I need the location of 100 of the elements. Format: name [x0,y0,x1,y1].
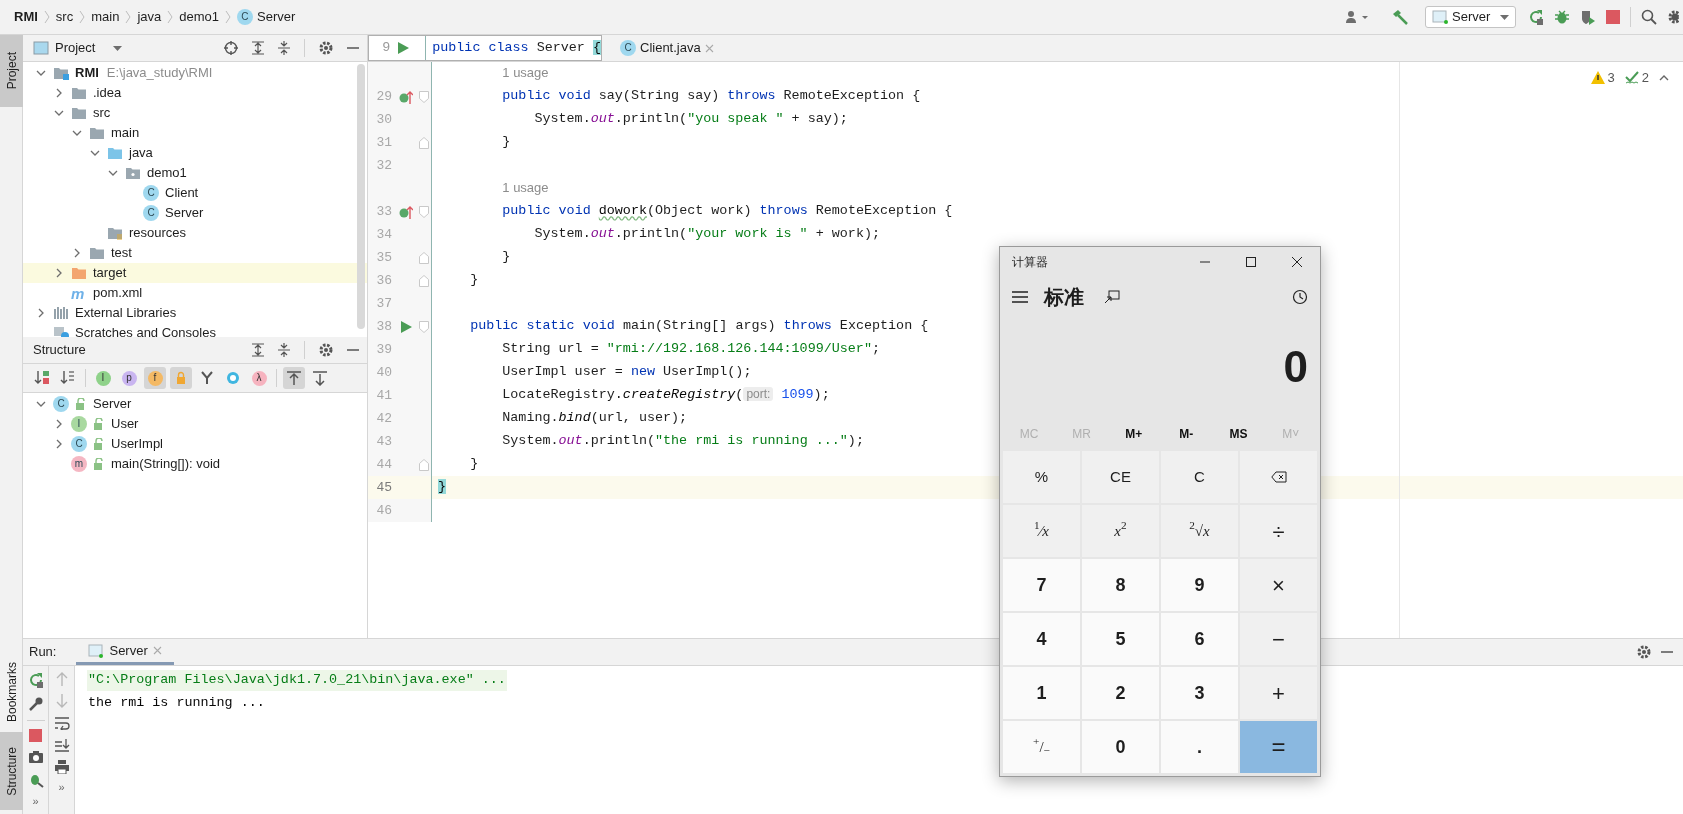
soft-wrap-icon[interactable] [53,716,70,730]
key-button[interactable]: CE [1082,451,1159,503]
key-button[interactable]: x$^{2}$ [1082,505,1159,557]
key-button[interactable]: − [1240,613,1317,665]
keep-on-top-icon[interactable] [1104,290,1120,304]
chevron-up-icon[interactable] [1659,74,1669,81]
run-icon[interactable] [400,320,412,333]
chevron-right-icon[interactable] [54,419,64,429]
key-button[interactable]: 4 [1003,613,1080,665]
more-button[interactable]: » [58,782,65,793]
settings-icon[interactable] [1637,645,1651,659]
tree-item[interactable]: src [93,103,111,123]
tree-item[interactable]: External Libraries [75,303,177,323]
search-icon[interactable] [1641,9,1657,25]
tree-item[interactable]: pom.xml [93,283,143,303]
settings-icon[interactable] [319,41,333,55]
chevron-right-icon[interactable] [72,248,82,258]
fold-marker-icon[interactable] [418,136,429,149]
memory-button[interactable]: MS [1212,417,1265,451]
chevron-down-icon[interactable] [108,168,118,178]
chevron-down-icon[interactable] [36,399,46,409]
fold-marker-icon[interactable] [418,320,429,333]
key-button[interactable]: 9 [1161,559,1238,611]
rerun-icon[interactable] [1528,9,1544,25]
chevron-down-icon[interactable] [36,68,46,78]
scroll-to-end-icon[interactable] [53,738,70,752]
breadcrumb-item[interactable]: java [137,7,162,27]
key-button[interactable]: 1 [1003,667,1080,719]
key-button[interactable]: C [1161,451,1238,503]
key-button[interactable]: 7 [1003,559,1080,611]
tree-item[interactable]: main(String[]): void [111,454,221,474]
tree-item[interactable]: java [129,143,153,163]
tree-item[interactable]: Client [165,183,199,203]
tree-item[interactable]: demo1 [147,163,187,183]
chevron-right-icon[interactable] [54,88,64,98]
tree-item[interactable]: .idea [93,83,122,103]
fold-marker-icon[interactable] [418,458,429,471]
tree-item[interactable]: RMI [75,63,99,83]
key-button[interactable]: $^{+}$/$_{−}$ [1003,721,1080,773]
key-button[interactable]: = [1240,721,1317,773]
tree-item[interactable]: Server [93,394,132,414]
history-icon[interactable] [1292,289,1308,305]
key-button[interactable]: × [1240,559,1317,611]
breadcrumb-item[interactable]: src [55,7,74,27]
camera-icon[interactable] [27,750,44,764]
key-button[interactable]: 2 [1082,667,1159,719]
key-button[interactable]: 6 [1161,613,1238,665]
chevron-down-icon[interactable] [90,148,100,158]
tool-window-tab[interactable]: Project [0,35,23,107]
settings-icon[interactable] [319,343,333,357]
tree-item[interactable]: test [111,243,132,263]
key-button[interactable]: . [1161,721,1238,773]
key-button[interactable]: $^{2}$√x [1161,505,1238,557]
tree-item[interactable]: Scratches and Consoles [75,323,216,337]
autoscroll-to-button[interactable] [283,367,305,389]
user-icon[interactable] [1345,10,1371,24]
implements-icon[interactable] [399,204,413,219]
chevron-right-icon[interactable] [54,439,64,449]
usage-hint[interactable]: 1 usage [502,179,549,195]
hammer-icon[interactable] [1391,9,1409,25]
memory-button[interactable]: M+ [1107,417,1160,451]
chevron-right-icon[interactable] [36,308,46,318]
menu-icon[interactable] [1012,291,1028,303]
fold-marker-icon[interactable] [418,205,429,218]
settings-icon[interactable] [1667,9,1679,25]
key-button[interactable]: + [1240,667,1317,719]
key-button[interactable]: 5 [1082,613,1159,665]
implements-icon[interactable] [399,89,413,104]
tree-item[interactable]: resources [129,223,187,243]
wrench-icon[interactable] [27,696,44,712]
editor-tab[interactable]: C Client.java [610,35,724,61]
key-button[interactable]: $^{1}$⁄x [1003,505,1080,557]
usage-hint[interactable]: 1 usage [502,64,549,80]
chevron-down-icon[interactable] [54,108,64,118]
tree-item[interactable]: main [111,123,140,143]
key-button[interactable]: 3 [1161,667,1238,719]
tool-window-tab[interactable]: Bookmarks [0,652,23,732]
print-icon[interactable] [53,760,70,774]
expand-all-icon[interactable] [252,343,264,357]
tree-item[interactable]: Server [165,203,204,223]
fold-marker-icon[interactable] [418,251,429,264]
fold-marker-icon[interactable] [418,274,429,287]
chevron-down-icon[interactable] [72,128,82,138]
memory-button[interactable]: M- [1160,417,1213,451]
fields-button[interactable]: f [144,367,166,389]
key-button[interactable]: 8 [1082,559,1159,611]
expand-all-icon[interactable] [252,41,264,55]
tree-item[interactable]: target [93,263,127,283]
locate-icon[interactable] [224,41,238,55]
collapse-all-icon[interactable] [278,343,290,357]
warning-icon[interactable] [1590,71,1605,85]
fold-marker-icon[interactable] [418,90,429,103]
run-icon[interactable] [397,42,410,54]
chevron-right-icon[interactable] [54,268,64,278]
tool-window-tab[interactable]: Structure [0,732,23,810]
breadcrumb-item[interactable]: main [91,7,120,27]
tree-item[interactable]: User [111,414,139,434]
run-configuration-dropdown[interactable]: Server [1425,6,1516,28]
check-icon[interactable] [1624,71,1639,85]
key-button[interactable]: ÷ [1240,505,1317,557]
